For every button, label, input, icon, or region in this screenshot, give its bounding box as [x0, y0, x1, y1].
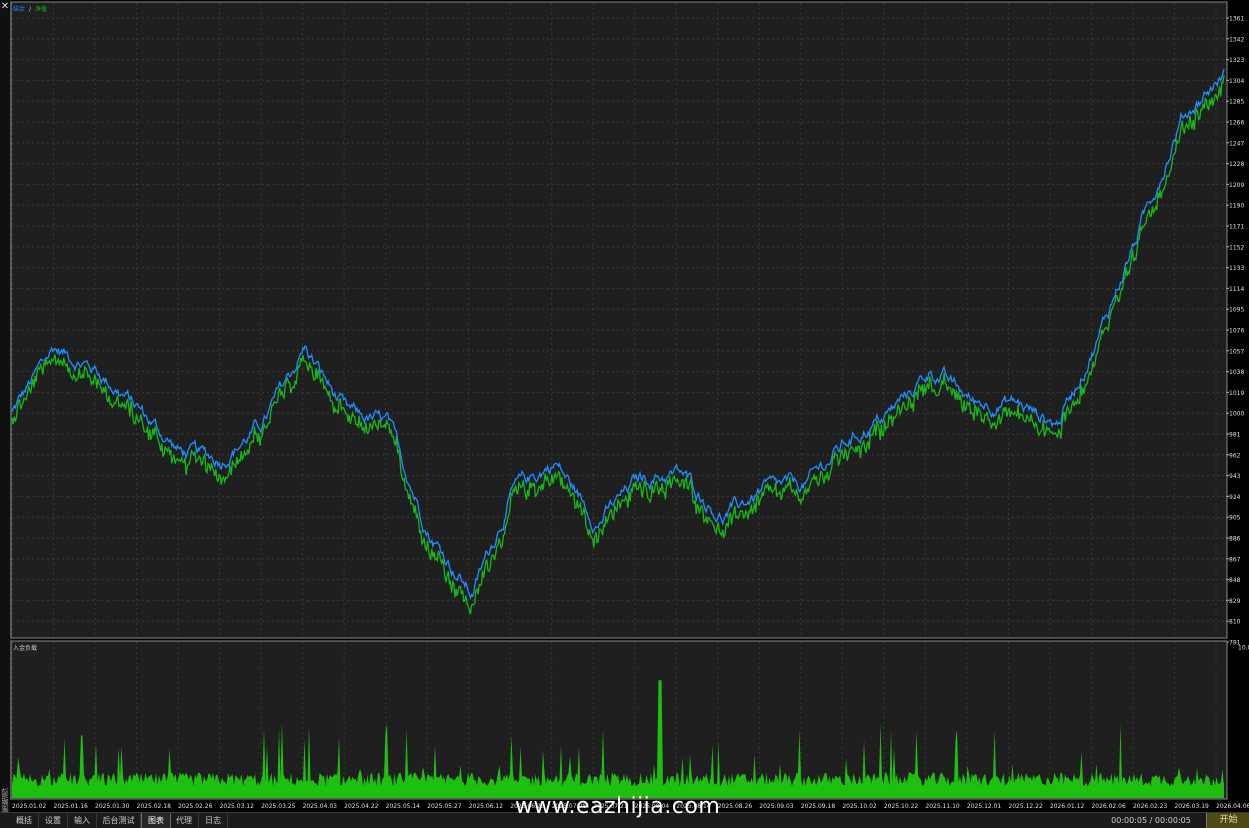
x-tick-label: 2025.05.27	[427, 803, 462, 810]
tab-6[interactable]: 日志	[199, 813, 228, 828]
y-tick-label: 1095	[1229, 307, 1244, 314]
y-tick-label: 1190	[1229, 203, 1244, 210]
y-tick-label: 924	[1229, 494, 1241, 501]
y-tick-label: 943	[1229, 473, 1241, 480]
window-title: 策略测试	[1, 788, 9, 812]
x-tick-label: 2025.03.25	[261, 803, 296, 810]
y-tick-label: 1228	[1229, 161, 1244, 168]
sub-y-axis: 10.0%0.0%	[1238, 645, 1249, 807]
y-tick-label: 1361	[1229, 16, 1244, 23]
x-tick-label: 2025.12.01	[967, 803, 1002, 810]
x-tick-label: 2026.02.23	[1133, 803, 1168, 810]
x-tick-label: 2026.01.12	[1050, 803, 1085, 810]
x-tick-label: 2026.02.06	[1091, 803, 1126, 810]
x-tick-label: 2025.06.12	[469, 803, 504, 810]
tab-2[interactable]: 输入	[68, 813, 97, 828]
legend-balance: 结余	[13, 5, 25, 13]
y-tick-label: 810	[1229, 619, 1241, 626]
y-tick-label: 1209	[1229, 182, 1244, 189]
y-tick-label: 1247	[1229, 140, 1244, 147]
x-tick-label: 2026.03.19	[1174, 803, 1209, 810]
y-tick-label: 829	[1229, 598, 1241, 605]
tab-1[interactable]: 设置	[39, 813, 68, 828]
close-icon[interactable]: ✕	[0, 2, 10, 12]
x-tick-label: 2025.10.02	[842, 803, 877, 810]
x-tick-label: 2025.01.30	[95, 803, 130, 810]
sub-panel	[10, 640, 1228, 800]
y-tick-label: 1057	[1229, 348, 1244, 355]
tester-chart: 1361 1342 1323 1304 1285 1266 1247 1228 1209 1190…	[10, 1, 1249, 812]
elapsed-timer: 00:00:05 / 00:00:05	[1111, 816, 1191, 825]
x-tick-label: 2025.01.16	[54, 803, 89, 810]
x-tick-label: 2025.01.02	[12, 803, 47, 810]
x-tick-label: 2025.10.22	[884, 803, 919, 810]
y-tick-label: 1114	[1229, 286, 1244, 293]
x-tick-label: 2025.05.14	[386, 803, 421, 810]
y-tick-label: 981	[1229, 432, 1241, 439]
y-tick-label: 1076	[1229, 328, 1244, 335]
x-tick-label: 2025.12.22	[1008, 803, 1043, 810]
legend-equity: 净值	[35, 5, 47, 13]
x-tick-label: 2025.08.26	[718, 803, 753, 810]
main-y-axis: 1361 1342 1323 1304 1285 1266 1247 1228 1209 1190…	[1226, 16, 1244, 647]
tab-5[interactable]: 代理	[170, 813, 199, 828]
x-tick-label: 2025.11.10	[925, 803, 960, 810]
y-tick-label: 867	[1229, 556, 1241, 563]
x-tick-label: 2025.03.12	[220, 803, 255, 810]
y-tick-label: 1323	[1229, 57, 1244, 64]
y-tick-label: 1152	[1229, 244, 1244, 251]
x-tick-label: 2026.04.06	[1216, 803, 1249, 810]
sub-y-tick-label: 10.0%	[1238, 645, 1249, 652]
y-tick-label: 905	[1229, 515, 1241, 522]
y-tick-label: 1266	[1229, 120, 1244, 127]
sub-chart-title: 入金负载	[13, 644, 37, 652]
y-tick-label: 848	[1229, 577, 1241, 584]
x-tick-label: 2025.09.03	[759, 803, 794, 810]
x-tick-label: 2025.09.18	[801, 803, 836, 810]
y-tick-label: 962	[1229, 452, 1241, 459]
x-tick-label: 2025.02.18	[137, 803, 172, 810]
main-panel	[10, 1, 1228, 639]
start-button[interactable]: 开始	[1206, 813, 1249, 828]
y-tick-label: 886	[1229, 536, 1241, 543]
y-tick-label: 1285	[1229, 99, 1244, 106]
chart-legend: 结余 / 净值	[13, 5, 47, 13]
x-tick-label: 2025.04.03	[303, 803, 338, 810]
y-tick-label: 1171	[1229, 224, 1244, 231]
x-tick-label: 2025.02.26	[178, 803, 213, 810]
watermark: www.eazhijia.com	[515, 794, 721, 819]
tab-0[interactable]: 概括	[10, 813, 39, 828]
y-tick-label: 1342	[1229, 36, 1244, 43]
x-tick-label: 2025.04.22	[344, 803, 379, 810]
y-tick-label: 1000	[1229, 411, 1244, 418]
tab-3[interactable]: 后台测试	[97, 813, 141, 828]
y-tick-label: 1019	[1229, 390, 1244, 397]
y-tick-label: 1038	[1229, 369, 1244, 376]
y-tick-label: 1133	[1229, 265, 1244, 272]
tab-4[interactable]: 图表	[141, 813, 171, 828]
y-tick-label: 1304	[1229, 78, 1244, 85]
legend-sep: /	[29, 6, 32, 13]
